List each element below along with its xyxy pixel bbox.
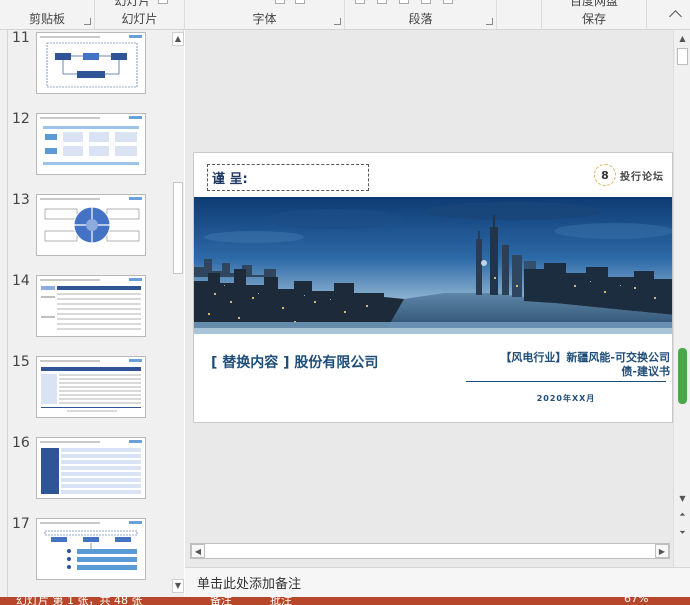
scrollbar-thumb[interactable] (173, 182, 183, 274)
font-format-icon[interactable] (275, 0, 285, 4)
scroll-right-icon[interactable]: ▶ (655, 544, 669, 558)
ribbon-group-spacer (497, 0, 542, 29)
current-slide[interactable]: 谨 呈: 8 投行论坛 [替换内容] 股份有限公司 【风电行业】新疆风能-可… (193, 152, 673, 423)
slide-thumbnail-pane[interactable]: 11 12 13 14 15 16 17 ▲ ▼ (8, 30, 184, 597)
company-name[interactable]: [ 替换内容 ] 股份有限公司 (211, 352, 378, 372)
thumbnail-process-icon (40, 521, 142, 570)
city-skyline-image[interactable] (194, 197, 672, 334)
scrollbar-track[interactable] (190, 543, 670, 559)
skyline-picture (194, 197, 672, 334)
ribbon-group-label: 幻灯片 (121, 12, 158, 26)
collapse-ribbon-icon[interactable] (669, 10, 682, 23)
thumbnail-row[interactable]: 11 (8, 30, 168, 111)
ribbon-group-font[interactable]: 字体 (185, 0, 345, 29)
thumbnail-structure-icon (40, 116, 142, 165)
slide-thumbnail[interactable] (36, 356, 146, 418)
thumbnail-table-icon (40, 359, 142, 412)
slide-number: 14 (12, 273, 30, 289)
horizontal-scrollbar[interactable]: ◀ ▶ (190, 543, 670, 559)
align-center-icon[interactable] (377, 0, 387, 4)
zoom-level[interactable]: 67% (624, 597, 648, 605)
ribbon: 剪贴板 幻灯片 幻灯片 字体 段落 百度网盘 保存 (0, 0, 690, 30)
slide-number: 17 (12, 516, 30, 532)
thumbnail-cycle-icon (40, 197, 142, 244)
scroll-up-icon[interactable]: ▲ (172, 32, 184, 46)
thumbnail-row[interactable]: 14 (8, 273, 168, 354)
align-left-icon[interactable] (355, 0, 365, 4)
thumbnail-table-icon (40, 278, 142, 330)
slide-number: 16 (12, 435, 30, 451)
comments-button[interactable]: 批注 (270, 597, 292, 605)
align-right-icon[interactable] (399, 0, 409, 4)
scroll-position-indicator[interactable] (678, 348, 687, 404)
slide-thumbnail[interactable] (36, 194, 146, 256)
dialog-launcher-icon[interactable] (486, 18, 493, 25)
slide-thumbnail[interactable] (36, 275, 146, 337)
layout-icon[interactable] (158, 0, 168, 4)
scrollbar-thumb[interactable] (677, 48, 688, 65)
scroll-left-icon[interactable]: ◀ (191, 544, 205, 558)
slide-number: 15 (12, 354, 30, 370)
recipient-placeholder[interactable]: 谨 呈: (207, 164, 369, 191)
notes-placeholder[interactable]: 单击此处添加备注 (197, 573, 301, 592)
next-slide-icon[interactable]: ⏷ (676, 526, 689, 539)
ribbon-group-save[interactable]: 百度网盘 保存 (542, 0, 647, 29)
font-format-icon[interactable] (295, 0, 305, 4)
document-title-line: 债-建议书 (621, 365, 670, 378)
ribbon-group-paragraph[interactable]: 段落 (345, 0, 497, 29)
notes-pane[interactable]: 单击此处添加备注 (185, 567, 690, 597)
slide-counter: 幻灯片 第 1 张，共 48 张 (16, 597, 143, 605)
thumbnail-row[interactable]: 13 (8, 192, 168, 273)
thumbnail-row[interactable]: 16 (8, 435, 168, 516)
slide-number: 12 (12, 111, 30, 127)
dialog-launcher-icon[interactable] (84, 18, 91, 25)
logo-text: 投行论坛 (620, 171, 664, 183)
slide-thumbnail[interactable] (36, 518, 146, 580)
slide-edit-area[interactable]: 谨 呈: 8 投行论坛 [替换内容] 股份有限公司 【风电行业】新疆风能-可… (185, 30, 690, 567)
thumbnail-scrollbar[interactable]: ▲ ▼ (170, 32, 184, 597)
thumbnail-flowchart-icon (40, 35, 142, 88)
thumbnail-row[interactable]: 15 (8, 354, 168, 435)
status-bar: 幻灯片 第 1 张，共 48 张 备注 批注 67% (0, 597, 690, 605)
logo: 8 投行论坛 (594, 162, 664, 188)
scroll-down-icon[interactable]: ▼ (172, 579, 184, 593)
ribbon-group-label: 字体 (252, 12, 277, 26)
title-divider (466, 381, 666, 382)
thumbnail-row[interactable]: 17 (8, 516, 168, 597)
dialog-launcher-icon[interactable] (334, 18, 341, 25)
thumbnail-row[interactable]: 12 (8, 111, 168, 192)
document-title-line: 【风电行业】新疆风能-可交换公司 (500, 351, 670, 364)
scroll-down-icon[interactable]: ▼ (676, 492, 689, 505)
ribbon-group-slides[interactable]: 幻灯片 幻灯片 (95, 0, 185, 29)
ribbon-group-label: 段落 (408, 12, 433, 26)
slide-number: 11 (12, 30, 30, 46)
document-date[interactable]: 2020年XX月 (466, 393, 666, 404)
justify-icon[interactable] (421, 0, 431, 4)
new-slide-label[interactable]: 幻灯片 (81, 0, 184, 9)
slide-thumbnail[interactable] (36, 32, 146, 94)
slide-number: 13 (12, 192, 30, 208)
columns-icon[interactable] (443, 0, 453, 4)
previous-slide-icon[interactable]: ⏶ (676, 508, 689, 521)
slide-thumbnail[interactable] (36, 437, 146, 499)
baidu-netdisk-label[interactable]: 百度网盘 (542, 0, 646, 9)
vertical-scrollbar[interactable]: ▲ ▼ ⏶ ⏷ (673, 30, 690, 567)
slide-thumbnail[interactable] (36, 113, 146, 175)
window-frame (0, 30, 8, 597)
thumbnail-table-icon (40, 440, 142, 494)
document-title[interactable]: 【风电行业】新疆风能-可交换公司 债-建议书 (460, 351, 670, 379)
scroll-up-icon[interactable]: ▲ (676, 32, 689, 45)
ribbon-group-label: 保存 (581, 12, 606, 26)
logo-badge: 8 (594, 164, 616, 186)
notes-button[interactable]: 备注 (210, 597, 232, 605)
ribbon-group-label: 剪贴板 (28, 12, 65, 26)
